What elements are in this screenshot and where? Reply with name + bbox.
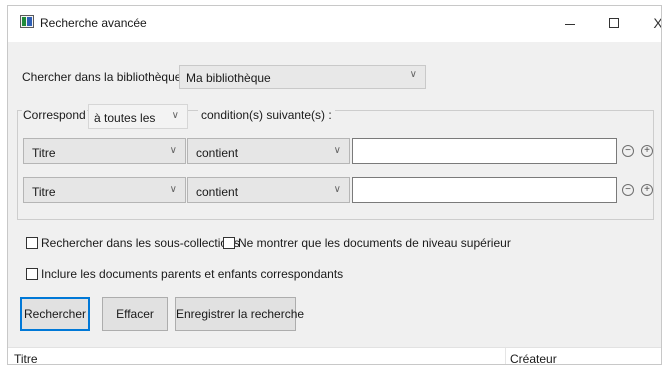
minus-icon[interactable]: −: [622, 145, 634, 157]
condition-field-value: Titre: [32, 185, 56, 199]
match-mode-select[interactable]: à toutes les ∨: [88, 104, 188, 129]
condition-field-value: Titre: [32, 146, 56, 160]
advanced-search-window: Recherche avancée X Chercher dans la bib…: [7, 5, 662, 365]
chevron-down-icon: ∨: [333, 145, 341, 156]
condition-operator-select[interactable]: contient ∨: [187, 177, 350, 203]
plus-icon[interactable]: +: [641, 184, 653, 196]
column-divider[interactable]: [505, 348, 506, 364]
condition-field-select[interactable]: Titre ∨: [23, 177, 186, 203]
chevron-down-icon: ∨: [169, 145, 177, 156]
match-label: Correspond: [22, 108, 87, 122]
checkbox-box[interactable]: [26, 237, 38, 249]
plus-icon[interactable]: +: [641, 145, 653, 157]
top-level-only-label: Ne montrer que les documents de niveau s…: [238, 236, 511, 250]
chevron-down-icon: ∨: [169, 184, 177, 195]
chevron-down-icon: ∨: [171, 110, 179, 121]
match-mode-value: à toutes les: [94, 111, 156, 125]
app-icon: [20, 15, 34, 28]
checkbox-box[interactable]: [223, 237, 235, 249]
close-button[interactable]: X: [636, 6, 661, 42]
include-parents-label: Inclure les documents parents et enfants…: [41, 267, 344, 281]
clear-button[interactable]: Effacer: [102, 297, 168, 331]
library-label: Chercher dans la bibliothèque :: [22, 70, 189, 84]
subcollections-label: Rechercher dans les sous-collections: [41, 236, 240, 250]
search-button[interactable]: Rechercher: [20, 297, 90, 331]
column-creator[interactable]: Créateur: [510, 352, 557, 364]
checkbox-box[interactable]: [26, 268, 38, 280]
maximize-button[interactable]: [592, 6, 636, 42]
condition-value-input[interactable]: [352, 138, 617, 164]
title-bar: Recherche avancée X: [8, 6, 661, 42]
results-header: Titre Créateur: [8, 347, 661, 364]
chevron-down-icon: ∨: [409, 69, 417, 80]
condition-value-input[interactable]: [352, 177, 617, 203]
minus-icon[interactable]: −: [622, 184, 634, 196]
column-title[interactable]: Titre: [14, 352, 38, 364]
library-select-value: Ma bibliothèque: [186, 71, 271, 85]
match-suffix-label: condition(s) suivante(s) :: [198, 108, 335, 122]
library-select[interactable]: Ma bibliothèque ∨: [179, 65, 426, 89]
minimize-button[interactable]: [548, 6, 592, 42]
chevron-down-icon: ∨: [333, 184, 341, 195]
condition-operator-select[interactable]: contient ∨: [187, 138, 350, 164]
condition-operator-value: contient: [196, 185, 239, 199]
save-search-button[interactable]: Enregistrer la recherche: [175, 297, 304, 331]
condition-operator-value: contient: [196, 146, 239, 160]
condition-field-select[interactable]: Titre ∨: [23, 138, 186, 164]
window-title: Recherche avancée: [40, 16, 147, 30]
